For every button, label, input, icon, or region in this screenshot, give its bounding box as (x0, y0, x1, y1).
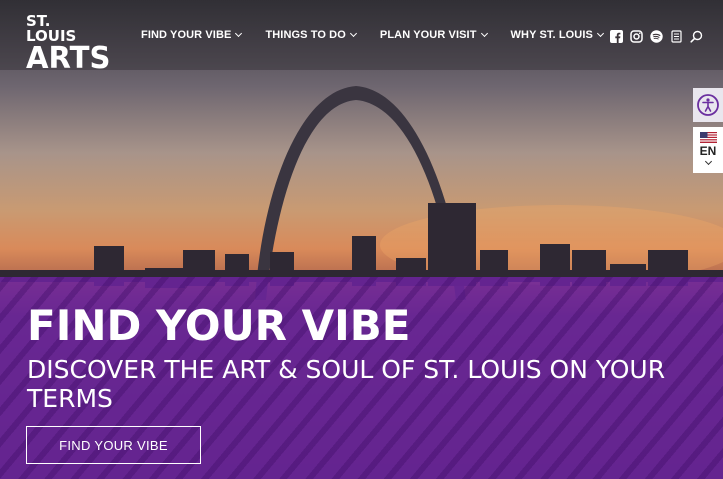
chevron-down-icon (596, 29, 604, 38)
logo-line2: ARTS (26, 41, 111, 76)
hero-subtitle: DISCOVER THE ART & SOUL OF ST. LOUIS ON … (27, 355, 666, 413)
chevron-down-icon (349, 29, 357, 38)
nav-item-label: FIND YOUR VIBE (141, 29, 232, 41)
nav-item-label: WHY ST. LOUIS (510, 29, 593, 41)
us-flag-icon (699, 132, 717, 143)
facebook-icon[interactable] (609, 29, 623, 43)
newsletter-icon[interactable] (669, 29, 683, 43)
nav-item-find-your-vibe[interactable]: FIND YOUR VIBE (141, 29, 243, 41)
instagram-icon[interactable] (629, 29, 643, 43)
search-icon[interactable] (689, 29, 703, 43)
site-header: ST. LOUIS ARTS FIND YOUR VIBE THINGS TO … (0, 0, 723, 74)
logo-line1: ST. LOUIS (26, 12, 77, 45)
chevron-down-icon (480, 29, 488, 38)
chevron-down-icon (704, 157, 712, 166)
chevron-down-icon (235, 29, 243, 38)
logo[interactable]: ST. LOUIS ARTS (26, 12, 111, 76)
language-selector[interactable]: EN (693, 127, 723, 173)
main-nav: FIND YOUR VIBE THINGS TO DO PLAN YOUR VI… (141, 29, 627, 41)
nav-item-label: THINGS TO DO (265, 29, 346, 41)
language-code: EN (699, 144, 717, 158)
nav-item-why-st-louis[interactable]: WHY ST. LOUIS (510, 29, 604, 41)
nav-item-label: PLAN YOUR VISIT (379, 29, 477, 41)
social-links (609, 29, 709, 43)
nav-item-plan-your-visit[interactable]: PLAN YOUR VISIT (379, 29, 488, 41)
accessibility-button[interactable] (693, 88, 723, 122)
accessibility-icon (697, 94, 719, 116)
nav-item-things-to-do[interactable]: THINGS TO DO (265, 29, 357, 41)
find-your-vibe-button[interactable]: FIND YOUR VIBE (26, 426, 201, 464)
spotify-icon[interactable] (649, 29, 663, 43)
hero-title: FIND YOUR VIBE (27, 301, 411, 350)
